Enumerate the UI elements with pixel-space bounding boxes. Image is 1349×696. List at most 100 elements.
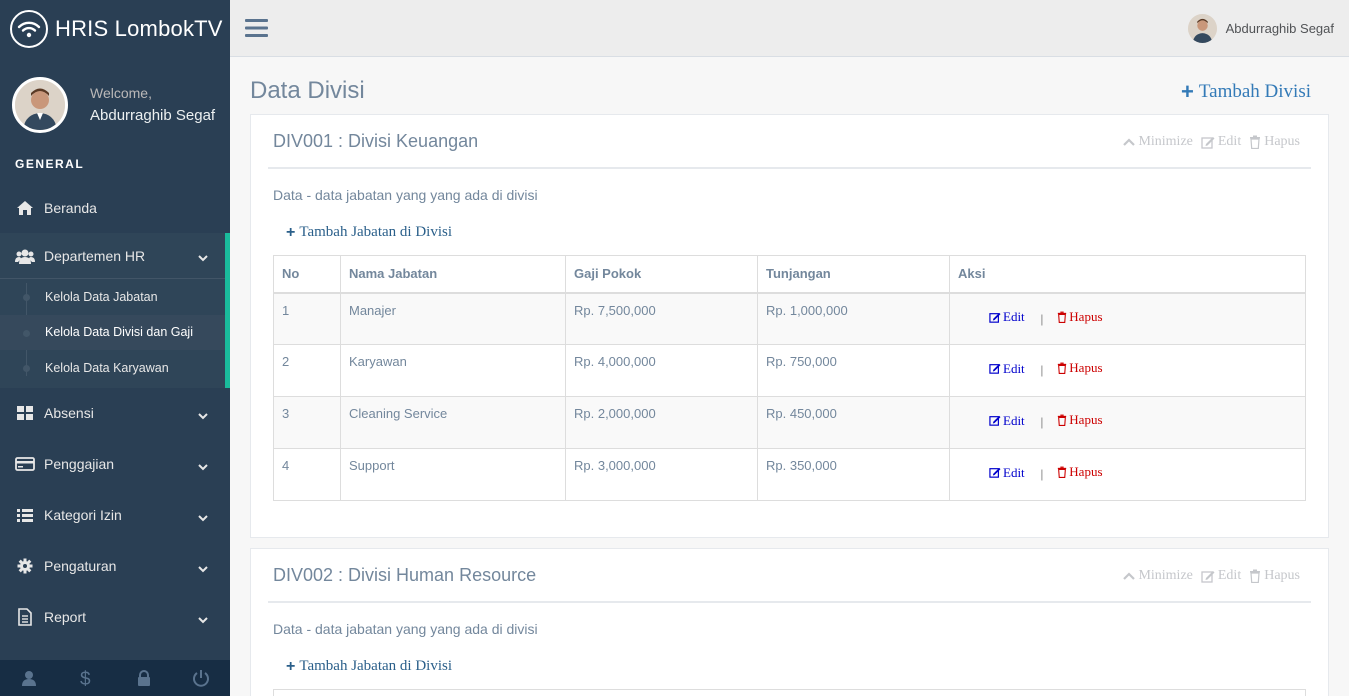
- delete-row-label: Hapus: [1069, 360, 1103, 375]
- top-navbar: Abdurraghib Segaf: [230, 0, 1349, 57]
- edit-row-button[interactable]: Edit: [989, 465, 1025, 481]
- division-description: Data - data jabatan yang yang ada di div…: [273, 187, 538, 203]
- add-divisi-button[interactable]: + Tambah Divisi: [1181, 81, 1311, 103]
- user-menu[interactable]: Abdurraghib Segaf: [1187, 14, 1334, 43]
- cell-no: 1: [273, 292, 341, 345]
- chevron-down-icon: [198, 509, 208, 525]
- cell-aksi: Edit | Hapus: [949, 344, 1306, 397]
- avatar: [12, 76, 68, 133]
- column-header-nama-jabatan: Nama Jabatan: [340, 255, 566, 294]
- divider: [268, 167, 1311, 169]
- user-icon[interactable]: [0, 660, 58, 696]
- plus-icon: +: [1181, 79, 1194, 104]
- sidebar-item-kategori-izin[interactable]: Kategori Izin: [0, 490, 230, 541]
- brand[interactable]: HRIS LombokTV: [0, 0, 230, 57]
- delete-row-button[interactable]: Hapus: [1057, 308, 1103, 325]
- power-icon[interactable]: [173, 660, 231, 696]
- grid-icon: [15, 404, 35, 422]
- profile-name: Abdurraghib Segaf: [90, 107, 216, 124]
- plus-icon: +: [286, 223, 296, 241]
- minimize-button[interactable]: Minimize: [1123, 134, 1193, 150]
- division-description: Data - data jabatan yang yang ada di div…: [273, 621, 538, 637]
- gear-icon: [15, 557, 35, 575]
- submenu-item-kelola-divisi-gaji[interactable]: Kelola Data Divisi dan Gaji: [0, 314, 225, 350]
- submenu-item-kelola-jabatan[interactable]: Kelola Data Jabatan: [0, 279, 225, 315]
- chevron-up-icon: [1123, 572, 1136, 580]
- edit-icon: [989, 415, 1001, 426]
- action-separator: |: [1040, 414, 1044, 429]
- division-title: DIV001 : Divisi Keuangan: [273, 131, 479, 151]
- delete-division-button[interactable]: Hapus: [1249, 568, 1300, 584]
- document-icon: [15, 608, 35, 626]
- sidebar-item-label: Report: [44, 609, 87, 625]
- delete-row-label: Hapus: [1069, 412, 1103, 427]
- cell-gaji-pokok: Rp. 3,000,000: [565, 448, 758, 501]
- cell-tunjangan: Rp. 1,000,000: [757, 292, 950, 345]
- minimize-button[interactable]: Minimize: [1123, 568, 1193, 584]
- edit-division-button[interactable]: Edit: [1201, 568, 1241, 584]
- sidebar-item-report[interactable]: Report: [0, 592, 230, 643]
- cell-tunjangan: Rp. 350,000: [757, 448, 950, 501]
- credit-card-icon: [15, 455, 35, 473]
- divider: [268, 601, 1311, 603]
- delete-label: Hapus: [1264, 134, 1300, 149]
- sidebar-item-label: Pengaturan: [44, 558, 117, 574]
- add-jabatan-label: Tambah Jabatan di Divisi: [299, 224, 453, 240]
- edit-division-button[interactable]: Edit: [1201, 134, 1241, 150]
- edit-row-button[interactable]: Edit: [989, 361, 1025, 377]
- sidebar-item-pengaturan[interactable]: Pengaturan: [0, 541, 230, 592]
- submenu-departemen-hr: Kelola Data Jabatan Kelola Data Divisi d…: [0, 279, 225, 388]
- avatar: [1187, 14, 1217, 43]
- sidebar-item-label: Departemen HR: [44, 247, 146, 264]
- edit-icon: [989, 363, 1001, 374]
- sidebar-item-label: Absensi: [44, 405, 94, 421]
- menu-section-title: GENERAL: [15, 157, 85, 171]
- sidebar-item-absensi[interactable]: Absensi: [0, 388, 230, 439]
- add-jabatan-button[interactable]: + Tambah Jabatan di Divisi: [286, 658, 452, 675]
- cell-gaji-pokok: Rp. 2,000,000: [565, 396, 758, 449]
- sidebar-item-penggajian[interactable]: Penggajian: [0, 439, 230, 490]
- edit-icon: [989, 312, 1001, 323]
- edit-row-label: Edit: [1003, 412, 1025, 428]
- cell-nama-jabatan: Manajer: [340, 292, 566, 345]
- sidebar-item-label: Kategori Izin: [44, 507, 122, 523]
- division-panel: DIV001 : Divisi Keuangan Minimize Edit H…: [250, 114, 1329, 538]
- add-divisi-label: Tambah Divisi: [1198, 81, 1311, 102]
- brand-title: HRIS LombokTV: [55, 15, 223, 41]
- minimize-label: Minimize: [1138, 134, 1193, 149]
- lock-icon[interactable]: [115, 660, 173, 696]
- edit-row-button[interactable]: Edit: [989, 413, 1025, 429]
- edit-row-label: Edit: [1003, 464, 1025, 480]
- table-row: 1 Manajer Rp. 7,500,000 Rp. 1,000,000 Ed…: [273, 292, 1306, 345]
- sidebar-item-departemen-hr[interactable]: Departemen HR: [0, 233, 225, 279]
- jabatan-table-top-edge: [273, 689, 1306, 696]
- edit-icon: [1201, 570, 1215, 583]
- dollar-icon[interactable]: $: [58, 660, 116, 696]
- cell-aksi: Edit | Hapus: [949, 292, 1306, 345]
- sidebar-item-label: Penggajian: [44, 456, 115, 472]
- panel-tools: Minimize Edit Hapus: [1115, 134, 1300, 150]
- delete-row-button[interactable]: Hapus: [1057, 412, 1103, 428]
- cell-aksi: Edit | Hapus: [949, 396, 1306, 449]
- home-icon: [15, 199, 35, 217]
- delete-row-label: Hapus: [1069, 308, 1103, 324]
- sidebar-item-beranda[interactable]: Beranda: [0, 182, 230, 233]
- delete-row-button[interactable]: Hapus: [1057, 464, 1103, 480]
- main-content: Data Divisi + Tambah Divisi DIV001 : Div…: [230, 58, 1349, 696]
- edit-row-button[interactable]: Edit: [989, 309, 1025, 325]
- add-jabatan-label: Tambah Jabatan di Divisi: [299, 658, 453, 674]
- add-jabatan-button[interactable]: + Tambah Jabatan di Divisi: [286, 224, 452, 241]
- table-row: 2 Karyawan Rp. 4,000,000 Rp. 750,000 Edi…: [273, 344, 1306, 397]
- table-header-row: No Nama Jabatan Gaji Pokok Tunjangan Aks…: [273, 255, 1306, 294]
- delete-row-button[interactable]: Hapus: [1057, 360, 1103, 376]
- chevron-down-icon: [198, 611, 208, 627]
- chevron-down-icon: [198, 560, 208, 576]
- cell-tunjangan: Rp. 750,000: [757, 344, 950, 397]
- edit-icon: [1201, 136, 1215, 149]
- edit-row-label: Edit: [1003, 360, 1025, 376]
- svg-text:$: $: [80, 669, 91, 687]
- submenu-item-kelola-karyawan[interactable]: Kelola Data Karyawan: [0, 350, 225, 386]
- delete-division-button[interactable]: Hapus: [1249, 134, 1300, 150]
- column-header-gaji-pokok: Gaji Pokok: [565, 255, 758, 294]
- menu-toggle-icon[interactable]: [245, 18, 268, 43]
